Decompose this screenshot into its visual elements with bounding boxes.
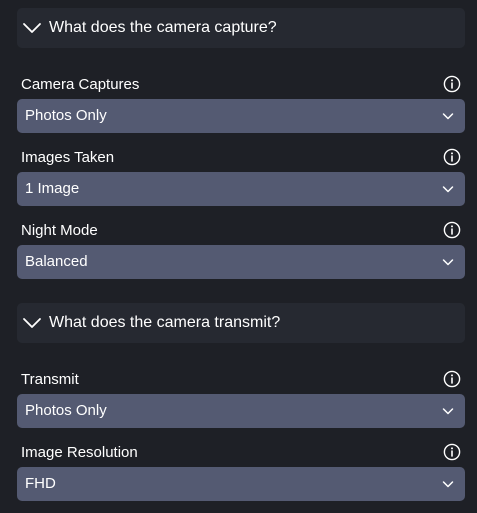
caret-down-icon <box>442 113 454 120</box>
section-header-capture[interactable]: What does the camera capture? <box>17 8 465 48</box>
chevron-down-icon <box>23 23 41 33</box>
transmit-select[interactable]: Photos Only <box>17 394 465 428</box>
field-label-images-taken: Images Taken <box>21 149 115 166</box>
select-value: Photos Only <box>25 107 107 124</box>
info-icon[interactable] <box>443 75 461 93</box>
chevron-down-icon <box>23 318 41 328</box>
section-header-transmit[interactable]: What does the camera transmit? <box>17 303 465 343</box>
camera-captures-select[interactable]: Photos Only <box>17 99 465 133</box>
section-title: What does the camera capture? <box>49 19 277 36</box>
select-value: Balanced <box>25 253 88 270</box>
caret-down-icon <box>442 408 454 415</box>
caret-down-icon <box>442 259 454 266</box>
info-icon[interactable] <box>443 148 461 166</box>
night-mode-select[interactable]: Balanced <box>17 245 465 279</box>
caret-down-icon <box>442 186 454 193</box>
select-value: FHD <box>25 475 56 492</box>
select-value: 1 Image <box>25 180 80 197</box>
field-label-camera-captures: Camera Captures <box>21 76 140 93</box>
image-resolution-select[interactable]: FHD <box>17 467 465 501</box>
field-label-image-resolution: Image Resolution <box>21 444 138 461</box>
select-value: Photos Only <box>25 402 107 419</box>
info-icon[interactable] <box>443 370 461 388</box>
field-label-night-mode: Night Mode <box>21 222 98 239</box>
caret-down-icon <box>442 481 454 488</box>
section-title: What does the camera transmit? <box>49 314 281 331</box>
info-icon[interactable] <box>443 443 461 461</box>
images-taken-select[interactable]: 1 Image <box>17 172 465 206</box>
info-icon[interactable] <box>443 221 461 239</box>
field-label-transmit: Transmit <box>21 371 79 388</box>
